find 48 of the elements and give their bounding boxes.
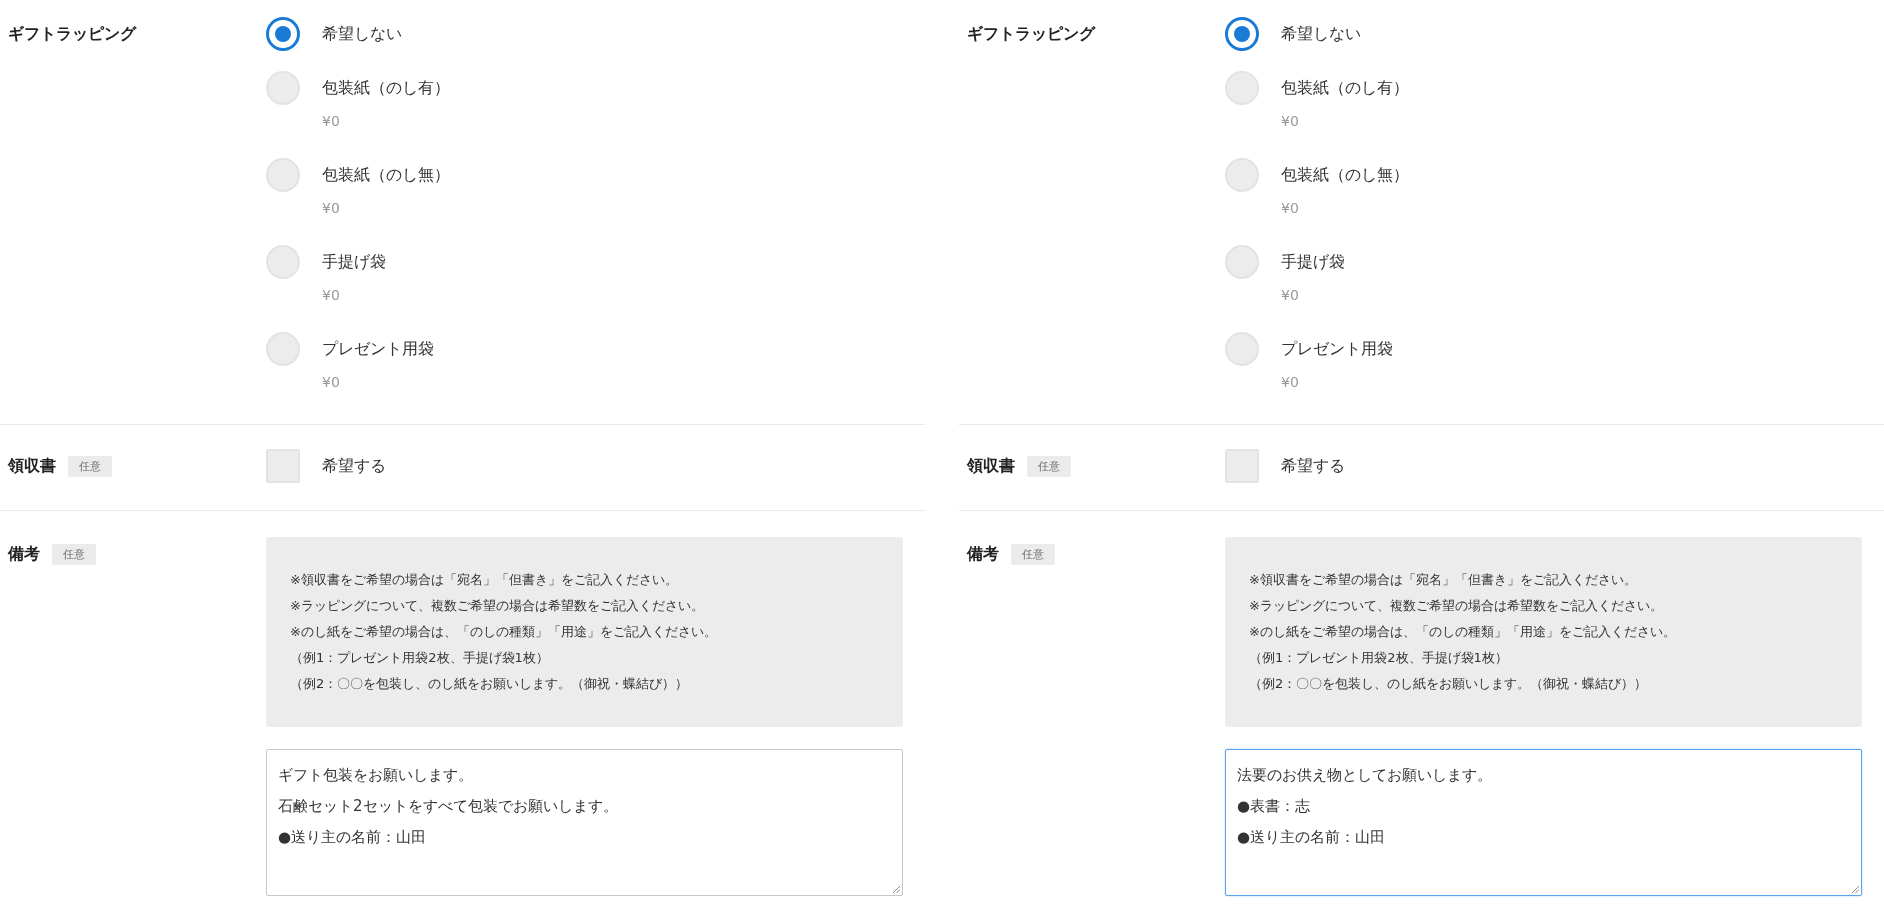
option-label: 希望しない [1281,23,1361,45]
radio-button[interactable] [266,17,300,51]
optional-tag: 任意 [1011,543,1055,565]
option-label: 手提げ袋 [1281,251,1345,273]
option-price: ¥0 [1281,199,1300,218]
note-text: （例2：〇〇を包装し、のし紙をお願いします。（御祝・蝶結び）） [1249,675,1649,693]
section-label: ギフトラッピング [967,23,1095,45]
optional-tag: 任意 [68,455,112,477]
note-text: ※ラッピングについて、複数ご希望の場合は希望数をご記入ください。 [1249,597,1664,615]
option-label: プレゼント用袋 [1281,338,1393,360]
option-price: ¥0 [1281,112,1300,131]
note-text: （例1：プレゼント用袋2枚、手提げ袋1枚） [290,649,550,667]
optional-tag: 任意 [1027,455,1071,477]
option-price: ¥0 [1281,373,1300,392]
checkbox[interactable] [266,449,300,483]
note-text: ※のし紙をご希望の場合は、「のしの種類」「用途」をご記入ください。 [1249,623,1677,641]
checkbox[interactable] [1225,449,1259,483]
option-label: 包装紙（のし無） [1281,164,1409,186]
note-text: ※領収書をご希望の場合は「宛名」「但書き」をご記入ください。 [290,571,679,589]
option-label: プレゼント用袋 [322,338,434,360]
option-price: ¥0 [322,112,341,131]
note-text: ※ラッピングについて、複数ご希望の場合は希望数をご記入ください。 [290,597,705,615]
section-label: 備考 [967,543,999,565]
resize-grip-icon[interactable] [893,886,900,893]
option-price: ¥0 [322,286,341,305]
option-price: ¥0 [322,199,341,218]
note-text: （例2：〇〇を包装し、のし紙をお願いします。（御祝・蝶結び）） [290,675,690,693]
option-price: ¥0 [1281,286,1300,305]
note-text: ※領収書をご希望の場合は「宛名」「但書き」をご記入ください。 [1249,571,1638,589]
option-label: 包装紙（のし有） [1281,77,1409,99]
option-label: 希望しない [322,23,402,45]
option-price: ¥0 [322,373,341,392]
remarks-textarea[interactable]: 法要のお供え物としてお願いします。 ●表書：志 ●送り主の名前：山田 [1225,749,1862,896]
option-label: 包装紙（のし無） [322,164,450,186]
option-label: 希望する [322,455,386,477]
option-label: 希望する [1281,455,1345,477]
section-label: 領収書 [8,455,56,477]
option-label: 手提げ袋 [322,251,386,273]
section-label: ギフトラッピング [8,23,136,45]
optional-tag: 任意 [52,543,96,565]
note-text: （例1：プレゼント用袋2枚、手提げ袋1枚） [1249,649,1509,667]
resize-grip-icon[interactable] [1852,886,1859,893]
option-label: 包装紙（のし有） [322,77,450,99]
remarks-textarea[interactable]: ギフト包装をお願いします。 石鹸セット2セットをすべて包装でお願いします。 ●送り主の名前：山田 [266,749,903,896]
section-label: 備考 [8,543,40,565]
section-label: 領収書 [967,455,1015,477]
note-text: ※のし紙をご希望の場合は、「のしの種類」「用途」をご記入ください。 [290,623,718,641]
radio-button[interactable] [1225,17,1259,51]
